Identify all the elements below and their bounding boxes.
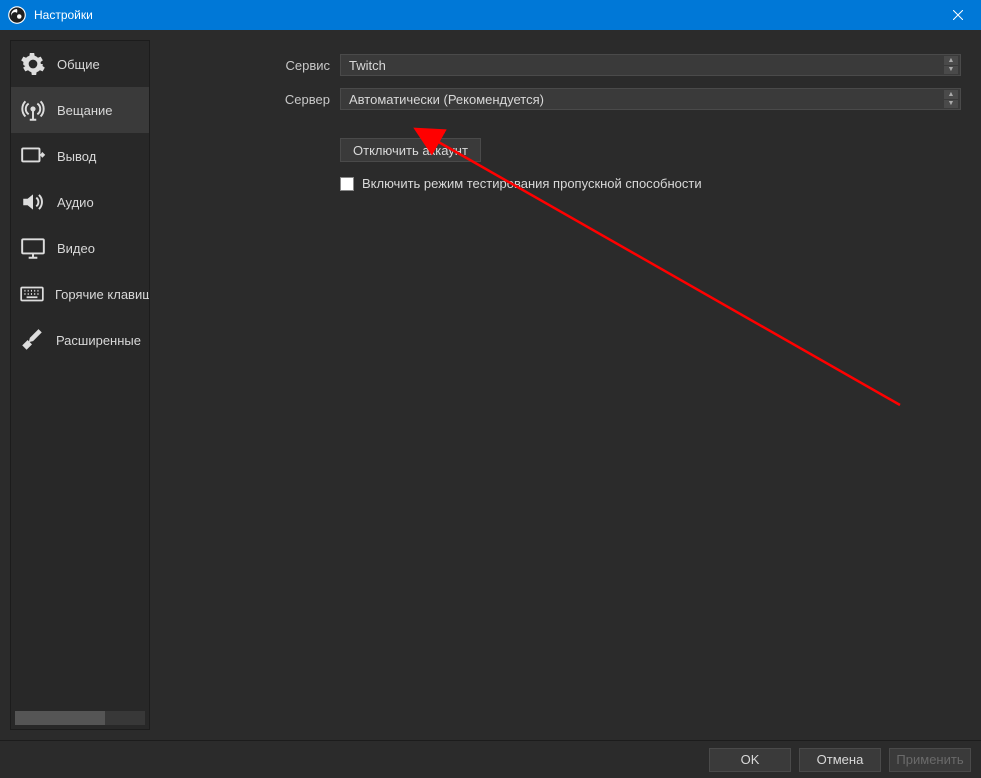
service-label: Сервис bbox=[160, 58, 340, 73]
button-label: Отмена bbox=[817, 752, 864, 767]
sidebar-item-label: Видео bbox=[57, 241, 95, 256]
sidebar-item-label: Вывод bbox=[57, 149, 96, 164]
server-label: Сервер bbox=[160, 92, 340, 107]
bandwidth-checkbox-label: Включить режим тестирования пропускной с… bbox=[362, 176, 702, 191]
disconnect-row: Отключить аккаунт bbox=[160, 138, 961, 162]
close-button[interactable] bbox=[935, 0, 981, 30]
chevron-up-icon: ▲ bbox=[944, 56, 958, 65]
sidebar-item-label: Аудио bbox=[57, 195, 94, 210]
keyboard-icon bbox=[19, 280, 45, 308]
bandwidth-row: Включить режим тестирования пропускной с… bbox=[160, 170, 961, 191]
service-combobox[interactable]: Twitch ▲ ▼ bbox=[340, 54, 961, 76]
sidebar-item-video[interactable]: Видео bbox=[11, 225, 149, 271]
close-icon bbox=[953, 10, 963, 20]
sidebar-item-label: Вещание bbox=[57, 103, 113, 118]
tools-icon bbox=[19, 326, 46, 354]
sidebar-item-audio[interactable]: Аудио bbox=[11, 179, 149, 225]
server-row: Сервер Автоматически (Рекомендуется) ▲ ▼ bbox=[160, 88, 961, 110]
scrollbar-thumb[interactable] bbox=[15, 711, 105, 725]
apply-button[interactable]: Применить bbox=[889, 748, 971, 772]
button-label: Отключить аккаунт bbox=[353, 143, 468, 158]
service-value: Twitch bbox=[349, 58, 386, 73]
sidebar-item-label: Горячие клавиши bbox=[55, 287, 150, 302]
sidebar-item-advanced[interactable]: Расширенные bbox=[11, 317, 149, 363]
speaker-icon bbox=[19, 188, 47, 216]
footer: OK Отмена Применить bbox=[0, 740, 981, 778]
monitor-icon bbox=[19, 234, 47, 262]
server-value: Автоматически (Рекомендуется) bbox=[349, 92, 544, 107]
nav-list: Общие Вещание Вывод bbox=[11, 41, 149, 707]
ok-button[interactable]: OK bbox=[709, 748, 791, 772]
sidebar-item-stream[interactable]: Вещание bbox=[11, 87, 149, 133]
chevron-down-icon: ▼ bbox=[944, 66, 958, 75]
stream-form: Сервис Twitch ▲ ▼ Сервер Автоматически (… bbox=[160, 40, 971, 203]
window-title: Настройки bbox=[34, 8, 935, 22]
chevron-down-icon: ▼ bbox=[944, 100, 958, 109]
button-label: Применить bbox=[896, 752, 963, 767]
bandwidth-checkbox[interactable] bbox=[340, 177, 354, 191]
main-panel: Сервис Twitch ▲ ▼ Сервер Автоматически (… bbox=[160, 40, 971, 730]
obs-icon bbox=[8, 6, 26, 24]
sidebar-horizontal-scrollbar[interactable] bbox=[15, 711, 145, 725]
service-row: Сервис Twitch ▲ ▼ bbox=[160, 54, 961, 76]
sidebar-item-output[interactable]: Вывод bbox=[11, 133, 149, 179]
chevron-up-icon: ▲ bbox=[944, 90, 958, 99]
antenna-icon bbox=[19, 96, 47, 124]
disconnect-account-button[interactable]: Отключить аккаунт bbox=[340, 138, 481, 162]
bandwidth-checkbox-group[interactable]: Включить режим тестирования пропускной с… bbox=[340, 176, 702, 191]
sidebar-item-label: Расширенные bbox=[56, 333, 141, 348]
settings-window: Настройки Общие Вещание bbox=[0, 0, 981, 778]
sidebar: Общие Вещание Вывод bbox=[10, 40, 150, 730]
combo-spinner[interactable]: ▲ ▼ bbox=[944, 56, 958, 74]
gear-icon bbox=[19, 50, 47, 78]
server-combobox[interactable]: Автоматически (Рекомендуется) ▲ ▼ bbox=[340, 88, 961, 110]
titlebar: Настройки bbox=[0, 0, 981, 30]
body: Общие Вещание Вывод bbox=[0, 30, 981, 740]
output-icon bbox=[19, 142, 47, 170]
sidebar-item-hotkeys[interactable]: Горячие клавиши bbox=[11, 271, 149, 317]
combo-spinner[interactable]: ▲ ▼ bbox=[944, 90, 958, 108]
cancel-button[interactable]: Отмена bbox=[799, 748, 881, 772]
button-label: OK bbox=[741, 752, 760, 767]
sidebar-item-label: Общие bbox=[57, 57, 100, 72]
sidebar-item-general[interactable]: Общие bbox=[11, 41, 149, 87]
